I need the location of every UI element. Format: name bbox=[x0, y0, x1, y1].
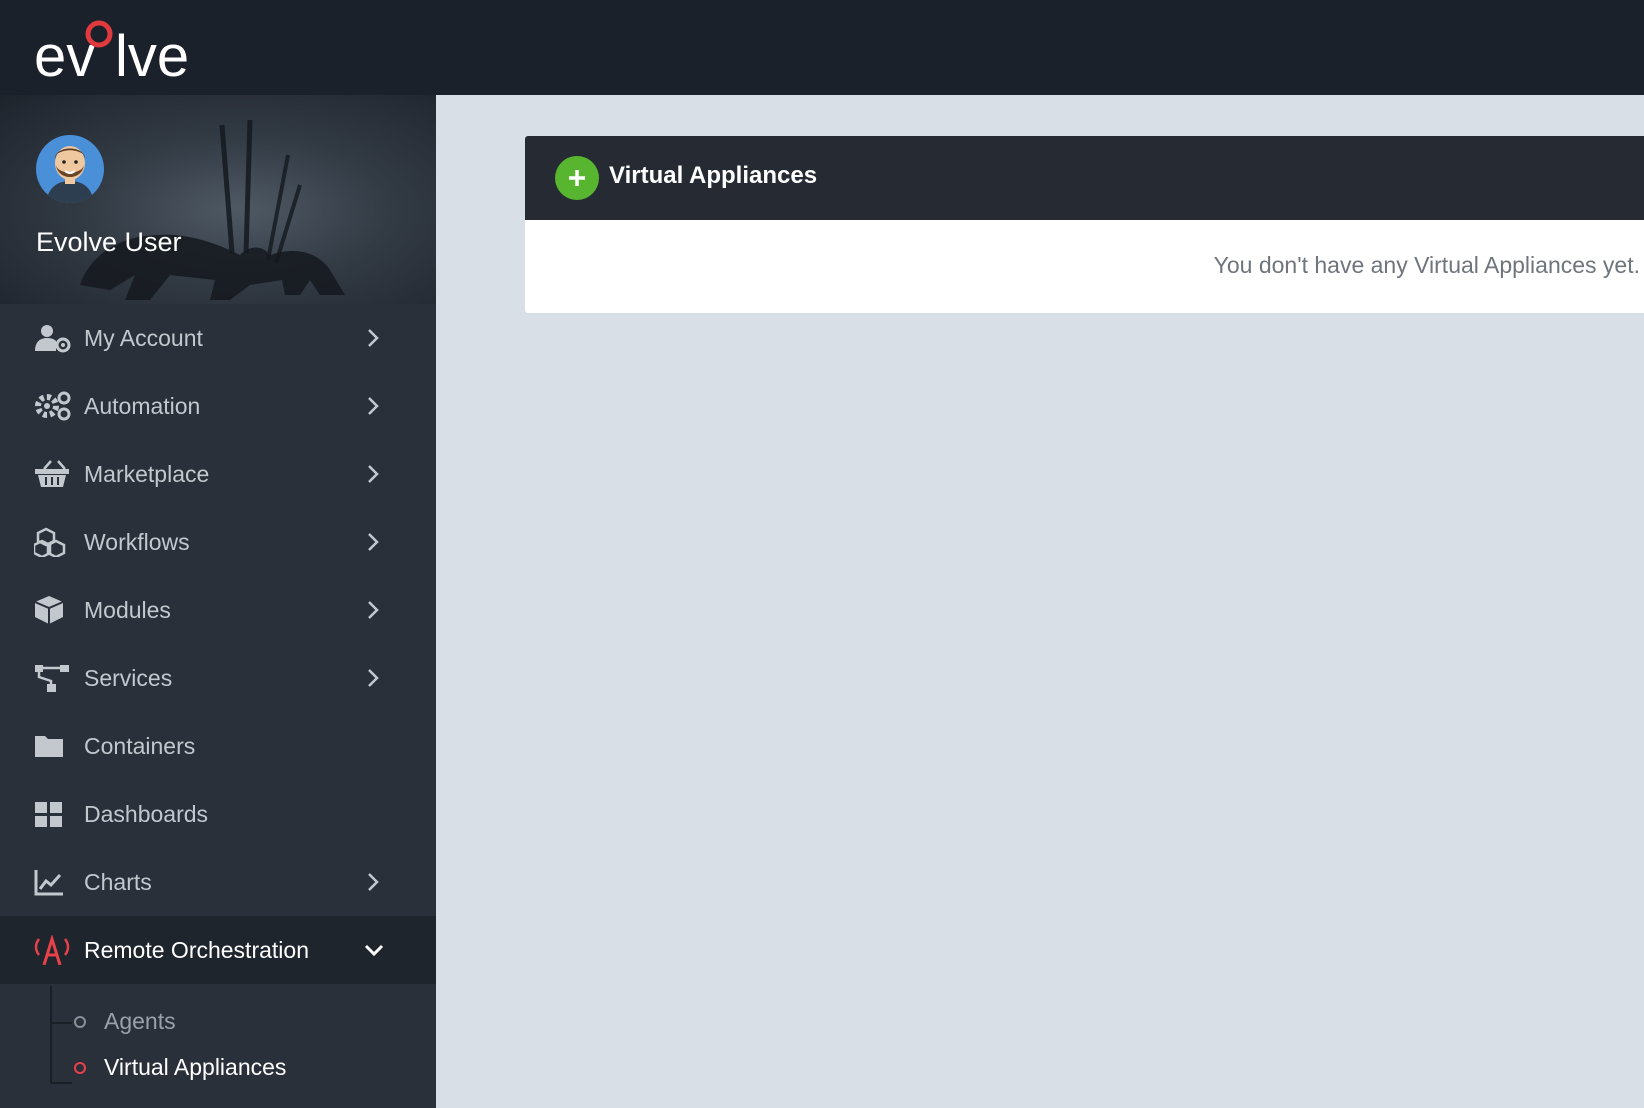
sidebar-item-label: My Account bbox=[84, 325, 203, 351]
remote-orchestration-submenu: Agents Virtual Appliances bbox=[0, 984, 436, 1105]
virtual-appliances-panel: Virtual Appliances You don't have any Vi… bbox=[525, 136, 1644, 313]
sidebar-item-label: Modules bbox=[84, 597, 171, 623]
sidebar-item-remote-orchestration[interactable]: Remote Orchestration bbox=[0, 916, 436, 984]
folder-icon bbox=[34, 731, 72, 761]
grid-icon bbox=[34, 799, 72, 829]
tree-line bbox=[50, 986, 52, 1083]
sidebar-item-label: Automation bbox=[84, 393, 201, 419]
chevron-right-icon bbox=[368, 533, 379, 551]
chevron-right-icon bbox=[368, 397, 379, 415]
circle-icon bbox=[74, 1016, 86, 1028]
empty-state-message: You don't have any Virtual Appliances ye… bbox=[1213, 252, 1640, 278]
tree-branch bbox=[50, 1082, 72, 1084]
chevron-right-icon bbox=[368, 601, 379, 619]
sidebar-item-dashboards[interactable]: Dashboards bbox=[0, 780, 436, 848]
submenu-item-label: Agents bbox=[104, 1008, 176, 1034]
chevron-right-icon bbox=[368, 329, 379, 347]
sidebar-item-containers[interactable]: Containers bbox=[0, 712, 436, 780]
sidebar-item-label: Marketplace bbox=[84, 461, 210, 487]
submenu-item-virtual-appliances[interactable]: Virtual Appliances bbox=[72, 1048, 412, 1088]
user-name: Evolve User bbox=[36, 227, 182, 257]
chevron-right-icon bbox=[368, 669, 379, 687]
chevron-down-icon bbox=[364, 944, 384, 957]
sidebar-item-modules[interactable]: Modules bbox=[0, 576, 436, 644]
sidebar-item-label: Containers bbox=[84, 733, 196, 759]
tree-branch bbox=[50, 1022, 72, 1024]
basket-icon bbox=[34, 459, 72, 489]
cubes-icon bbox=[34, 527, 72, 557]
add-virtual-appliance-button[interactable] bbox=[555, 156, 599, 200]
user-gear-icon bbox=[34, 323, 72, 353]
sidebar: Evolve User My Account Automation Market… bbox=[0, 95, 436, 1108]
avatar[interactable] bbox=[36, 135, 104, 203]
top-bar: ev lve bbox=[0, 0, 1644, 95]
submenu-item-label: Virtual Appliances bbox=[104, 1054, 287, 1080]
sidebar-item-services[interactable]: Services bbox=[0, 644, 436, 712]
sidebar-item-label: Remote Orchestration bbox=[84, 937, 309, 963]
chevron-right-icon bbox=[368, 465, 379, 483]
submenu-item-agents[interactable]: Agents bbox=[72, 1002, 412, 1042]
sidebar-item-label: Services bbox=[84, 665, 173, 691]
sidebar-item-charts[interactable]: Charts bbox=[0, 848, 436, 916]
chevron-right-icon bbox=[368, 873, 379, 891]
sidebar-item-label: Dashboards bbox=[84, 801, 209, 827]
sidebar-item-my-account[interactable]: My Account bbox=[0, 304, 436, 372]
gears-icon bbox=[34, 391, 72, 421]
evolve-logo[interactable]: ev lve bbox=[34, 12, 214, 82]
sidebar-item-workflows[interactable]: Workflows bbox=[0, 508, 436, 576]
panel-title: Virtual Appliances bbox=[609, 162, 818, 189]
plus-icon bbox=[569, 170, 585, 186]
sidebar-item-automation[interactable]: Automation bbox=[0, 372, 436, 440]
line-chart-icon bbox=[34, 867, 72, 897]
cube-icon bbox=[34, 595, 72, 625]
svg-text:lve: lve bbox=[115, 24, 189, 82]
sitemap-icon bbox=[34, 663, 72, 693]
sidebar-item-label: Charts bbox=[84, 869, 152, 895]
circle-icon bbox=[74, 1062, 86, 1074]
sidebar-item-label: Workflows bbox=[84, 529, 190, 555]
profile-header: Evolve User bbox=[0, 95, 436, 304]
panel-header: Virtual Appliances bbox=[525, 136, 1644, 220]
broadcast-tower-icon bbox=[34, 935, 72, 965]
sidebar-item-marketplace[interactable]: Marketplace bbox=[0, 440, 436, 508]
